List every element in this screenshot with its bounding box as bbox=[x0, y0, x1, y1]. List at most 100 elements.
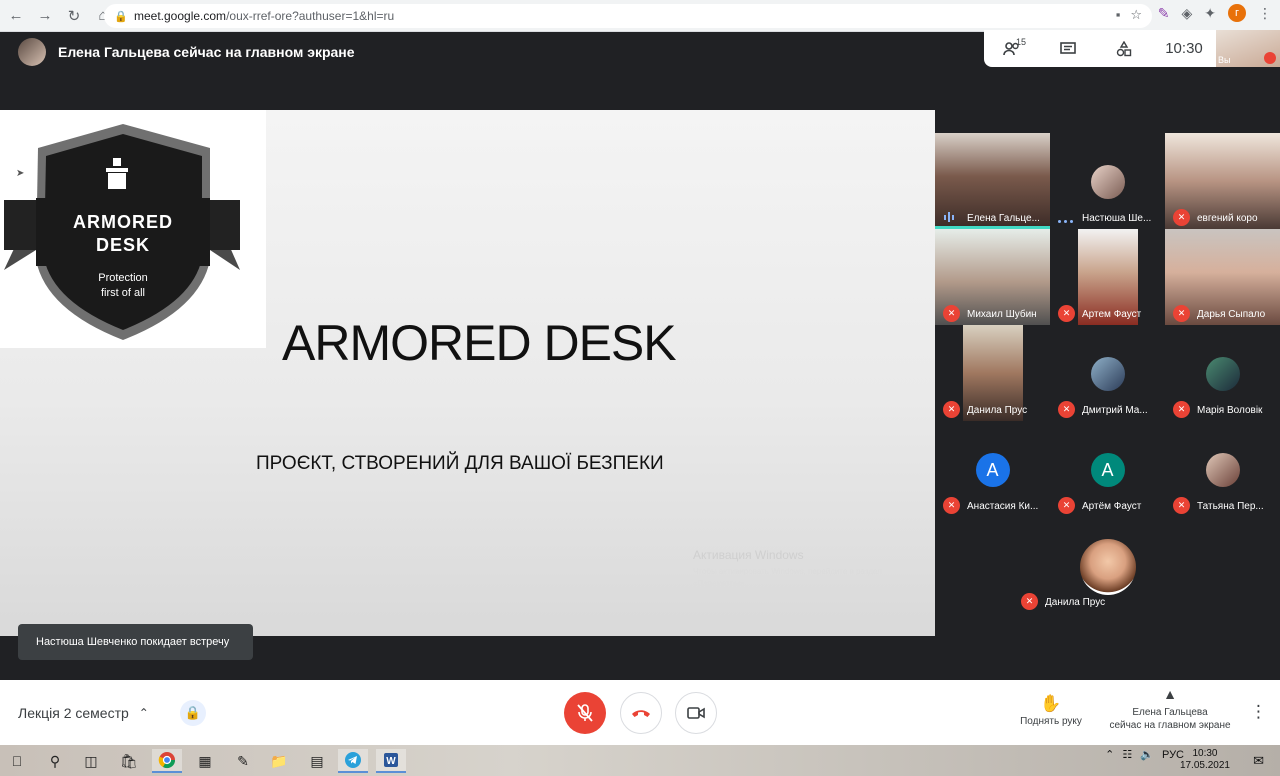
telegram-icon[interactable] bbox=[338, 749, 368, 773]
chrome-logo-graphic bbox=[158, 752, 176, 769]
paint-icon[interactable]: ✎ bbox=[228, 749, 258, 773]
mic-off-icon: ✕ bbox=[1173, 497, 1190, 514]
browser-toolbar: ← → ↻ ⌂ 🔒 meet.google.com/oux-rref-ore?a… bbox=[0, 0, 1280, 32]
chrome-icon[interactable] bbox=[152, 749, 182, 773]
participant-tile[interactable]: Елена Гальце... bbox=[935, 133, 1050, 229]
slide-title: ARMORED DESK bbox=[282, 315, 677, 371]
self-label: Вы bbox=[1218, 55, 1231, 65]
mic-off-icon: ✕ bbox=[943, 305, 960, 322]
chat-button[interactable] bbox=[1040, 30, 1096, 67]
back-icon[interactable]: ← bbox=[3, 3, 29, 29]
calculator-icon[interactable]: ▦ bbox=[190, 749, 220, 773]
logo-tagline-1: Protection bbox=[98, 272, 148, 284]
network-app-icon[interactable]: ▤ bbox=[302, 749, 332, 773]
participant-letter-avatar: A bbox=[1090, 453, 1125, 487]
participant-tile[interactable]: ✕ Артем Фауст bbox=[1050, 229, 1165, 325]
network-icon[interactable]: ☷ bbox=[1122, 748, 1132, 761]
participant-avatar bbox=[1090, 165, 1125, 199]
forward-icon[interactable]: → bbox=[32, 3, 58, 29]
participant-tile[interactable]: ✕ Данила Прус bbox=[935, 325, 1050, 421]
meet-bottom-bar: Лекція 2 семестр ⌃ 🔒 ✋ Поднять руку ▲ Ел… bbox=[0, 680, 1280, 745]
participant-name: Татьяна Пер... bbox=[1197, 501, 1264, 512]
url-host: meet.google.com bbox=[134, 9, 227, 23]
people-button[interactable]: 15 bbox=[984, 30, 1040, 67]
mic-off-icon: ✕ bbox=[1173, 305, 1190, 322]
taskbar-date: 17.05.2021 bbox=[1179, 760, 1230, 771]
self-preview-tile[interactable]: Вы bbox=[1216, 30, 1280, 67]
bookmark-star-icon[interactable]: ☆ bbox=[1130, 7, 1142, 23]
camera-in-use-icon[interactable]: ▪ bbox=[1116, 7, 1121, 23]
screen: ← → ↻ ⌂ 🔒 meet.google.com/oux-rref-ore?a… bbox=[0, 0, 1280, 776]
participant-tile[interactable]: A ✕ Артём Фауст bbox=[1050, 421, 1165, 517]
shield-extension-icon[interactable]: ◈ bbox=[1181, 5, 1192, 22]
word-logo-graphic: W bbox=[384, 753, 398, 767]
camera-toggle-button[interactable] bbox=[675, 692, 717, 734]
presentation-status-button[interactable]: ▲ Елена Гальцева сейчас на главном экран… bbox=[1100, 686, 1240, 732]
store-icon[interactable]: 🛍 bbox=[114, 749, 144, 773]
reload-icon[interactable]: ↻ bbox=[61, 3, 87, 29]
mic-toggle-button[interactable] bbox=[564, 692, 606, 734]
presenter-avatar bbox=[18, 38, 46, 66]
presenter-banner-text: Елена Гальцева сейчас на главном экране bbox=[58, 44, 355, 60]
word-icon[interactable]: W bbox=[376, 749, 406, 773]
activities-button[interactable] bbox=[1096, 30, 1152, 67]
activation-subtitle: Чтобы активировать Windows, перейдите в … bbox=[693, 567, 882, 588]
host-controls-shield-icon[interactable]: 🔒 bbox=[180, 700, 206, 726]
participant-name: Артем Фауст bbox=[1082, 309, 1142, 320]
participant-tile[interactable]: A ✕ Анастасия Ки... bbox=[935, 421, 1050, 517]
browser-menu-icon[interactable]: ⋮ bbox=[1258, 5, 1272, 22]
presentation-slide: ARMORED DESK Protection first of all ➤ A… bbox=[0, 110, 935, 636]
puzzle-extensions-icon[interactable]: ✦ bbox=[1204, 5, 1216, 22]
participant-name: евгений коро bbox=[1197, 213, 1258, 224]
slide-subtitle: ПРОЄКТ, СТВОРЕНИЙ ДЛЯ ВАШОЇ БЕЗПЕКИ bbox=[256, 453, 664, 474]
participant-name: Артём Фауст bbox=[1082, 501, 1142, 512]
start-menu-icon[interactable]:  bbox=[2, 749, 32, 773]
participant-tile[interactable]: ✕ Дмитрий Ма... bbox=[1050, 325, 1165, 421]
present-upload-icon: ▲ bbox=[1163, 686, 1177, 702]
windows-taskbar:  ⚲ ◫ 🛍 ▦ ✎ 📁 ▤ W ⌃ ☷ 🔈 РУС 10:30 17.05.… bbox=[0, 745, 1280, 776]
search-icon[interactable]: ⚲ bbox=[40, 749, 70, 773]
participant-name: Марія Воловік bbox=[1197, 405, 1263, 416]
participant-tile[interactable]: ✕ Данила Прус bbox=[1013, 517, 1203, 613]
presenting-line-1: Елена Гальцева bbox=[1132, 707, 1208, 718]
participant-tile[interactable]: ✕ Дарья Сыпало bbox=[1165, 229, 1280, 325]
participant-name: Данила Прус bbox=[967, 405, 1028, 416]
taskbar-clock[interactable]: 10:30 17.05.2021 bbox=[1180, 748, 1230, 772]
file-explorer-icon[interactable]: 📁 bbox=[264, 749, 294, 773]
more-options-icon[interactable]: ⋮ bbox=[1250, 702, 1267, 722]
logo-word-desk: DESK bbox=[95, 235, 150, 255]
participants-count: 15 bbox=[1016, 37, 1027, 47]
participant-avatar bbox=[1205, 453, 1240, 487]
participant-tile[interactable]: ✕ евгений коро bbox=[1165, 133, 1280, 229]
participant-name: Елена Гальце... bbox=[967, 213, 1040, 224]
url-path: /oux-rref-ore?authuser=1&hl=ru bbox=[226, 9, 395, 23]
chevron-up-icon[interactable]: ⌃ bbox=[1105, 748, 1114, 761]
leave-call-button[interactable] bbox=[620, 692, 662, 734]
activation-title: Активация Windows bbox=[693, 548, 804, 562]
mouse-cursor-icon: ➤ bbox=[16, 168, 25, 179]
notification-center-icon[interactable]: ✉ bbox=[1253, 753, 1264, 769]
meeting-details-button[interactable]: Лекція 2 семестр ⌃ bbox=[18, 705, 149, 721]
participant-tile[interactable]: ✕ Марія Воловік bbox=[1165, 325, 1280, 421]
participants-grid: Елена Гальце... Настюша Ше... ✕ евгений … bbox=[935, 133, 1280, 613]
pen-extension-icon[interactable]: ✎ bbox=[1158, 5, 1170, 22]
shapes-icon bbox=[1116, 40, 1132, 56]
profile-avatar[interactable]: г bbox=[1228, 4, 1246, 22]
mic-off-icon: ✕ bbox=[1021, 593, 1038, 610]
participant-name: Данила Прус bbox=[1045, 597, 1106, 608]
task-view-icon[interactable]: ◫ bbox=[76, 749, 106, 773]
participant-tile[interactable]: ✕ Михаил Шубин bbox=[935, 229, 1050, 325]
chevron-up-icon: ⌃ bbox=[138, 706, 149, 720]
presenting-line-2: сейчас на главном экране bbox=[1109, 720, 1231, 731]
participant-avatar bbox=[1080, 539, 1136, 595]
mic-off-icon: ✕ bbox=[1173, 209, 1190, 226]
volume-icon[interactable]: 🔈 bbox=[1140, 748, 1154, 761]
participant-tile[interactable]: Настюша Ше... bbox=[1050, 133, 1165, 229]
participant-tile[interactable]: ✕ Татьяна Пер... bbox=[1165, 421, 1280, 517]
meet-top-panel: 15 10:30 bbox=[984, 30, 1216, 67]
speaking-indicator-icon bbox=[944, 212, 958, 222]
raise-hand-button[interactable]: ✋ Поднять руку bbox=[1013, 694, 1089, 727]
camera-icon bbox=[687, 707, 705, 719]
address-bar[interactable]: 🔒 meet.google.com/oux-rref-ore?authuser=… bbox=[104, 4, 1152, 28]
chat-icon bbox=[1060, 41, 1076, 54]
